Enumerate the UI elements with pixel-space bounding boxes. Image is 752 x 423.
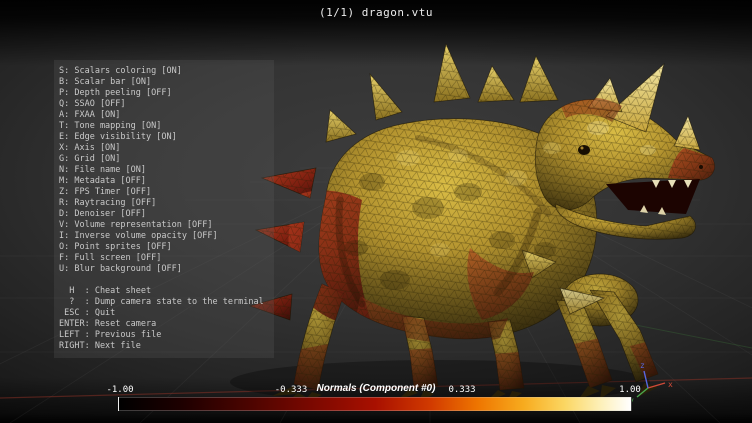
nostril xyxy=(699,165,703,169)
cheat-sheet-toggle-line: O: Point sprites [OFF] xyxy=(59,242,269,253)
scalar-bar-tick-high: 0.333 xyxy=(436,385,488,395)
cheat-sheet-toggle-line: S: Scalars coloring [ON] xyxy=(59,66,269,77)
eye xyxy=(578,145,590,155)
cheat-sheet-panel: S: Scalars coloring [ON]B: Scalar bar [O… xyxy=(54,60,274,358)
f3d-viewer-window: x y z (1/1) dragon.vtu S: Scalars colori… xyxy=(0,0,752,423)
file-title: (1/1) dragon.vtu xyxy=(0,6,752,19)
cheat-sheet-toggle-line: D: Denoiser [OFF] xyxy=(59,209,269,220)
axis-x-label: x xyxy=(668,380,673,389)
cheat-sheet-toggle-line: B: Scalar bar [ON] xyxy=(59,77,269,88)
cheat-sheet-command-line: H : Cheat sheet xyxy=(59,286,269,297)
mouth-interior xyxy=(606,179,700,214)
scalar-bar-title: Normals (Component #0) xyxy=(306,383,446,394)
cheat-sheet-toggle-line: F: Full screen [OFF] xyxy=(59,253,269,264)
cheat-sheet-command-line: ESC : Quit xyxy=(59,308,269,319)
cheat-sheet-toggle-line: M: Metadata [OFF] xyxy=(59,176,269,187)
cheat-sheet-toggle-line: P: Depth peeling [OFF] xyxy=(59,88,269,99)
cheat-sheet-toggles: S: Scalars coloring [ON]B: Scalar bar [O… xyxy=(59,66,269,275)
scalar-bar-tick-min: -1.00 xyxy=(95,385,145,395)
cheat-sheet-command-line: LEFT : Previous file xyxy=(59,330,269,341)
cheat-sheet-toggle-line: U: Blur background [OFF] xyxy=(59,264,269,275)
cheat-sheet-toggle-line: X: Axis [ON] xyxy=(59,143,269,154)
cheat-sheet-toggle-line: R: Raytracing [OFF] xyxy=(59,198,269,209)
cheat-sheet-toggle-line: Q: SSAO [OFF] xyxy=(59,99,269,110)
scalar-bar-tick-max: 1.00 xyxy=(606,385,654,395)
cheat-sheet-toggle-line: E: Edge visibility [ON] xyxy=(59,132,269,143)
cheat-sheet-toggle-line: A: FXAA [ON] xyxy=(59,110,269,121)
cheat-sheet-toggle-line: N: File name [ON] xyxy=(59,165,269,176)
scalar-bar-tick-low: -0.333 xyxy=(263,385,319,395)
cheat-sheet-toggle-line: T: Tone mapping [ON] xyxy=(59,121,269,132)
scalar-bar-gradient xyxy=(118,397,632,411)
cheat-sheet-command-line: ENTER: Reset camera xyxy=(59,319,269,330)
axis-z-label: z xyxy=(640,361,645,370)
cheat-sheet-toggle-line: V: Volume representation [OFF] xyxy=(59,220,269,231)
cheat-sheet-command-line: ? : Dump camera state to the terminal xyxy=(59,297,269,308)
cheat-sheet-toggle-line: Z: FPS Timer [OFF] xyxy=(59,187,269,198)
cheat-sheet-toggle-line: I: Inverse volume opacity [OFF] xyxy=(59,231,269,242)
cheat-sheet-toggle-line: G: Grid [ON] xyxy=(59,154,269,165)
cheat-sheet-commands: H : Cheat sheet ? : Dump camera state to… xyxy=(59,286,269,352)
cheat-sheet-command-line: RIGHT: Next file xyxy=(59,341,269,352)
